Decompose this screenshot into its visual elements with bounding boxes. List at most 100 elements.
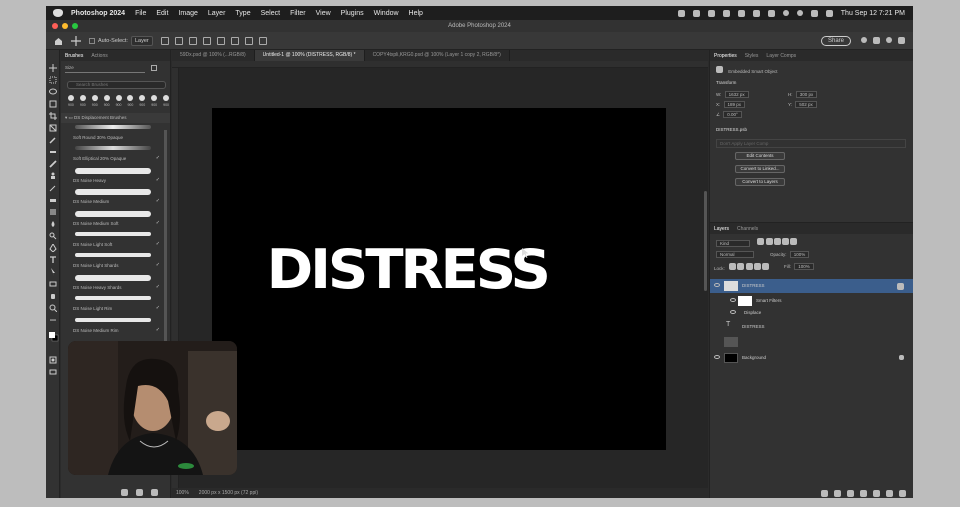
zoom-tool[interactable] [49, 304, 57, 312]
brush-tip[interactable]: 900 [115, 95, 123, 107]
brush-tip[interactable]: 900 [103, 95, 111, 107]
tray-icon-4[interactable] [722, 9, 730, 17]
lock-position-icon[interactable] [745, 263, 753, 270]
path-selection-tool[interactable] [49, 268, 57, 276]
brush-tool[interactable] [49, 160, 57, 168]
crop-tool[interactable] [49, 112, 57, 120]
list-item[interactable]: DS Noise Light Soft ✓ [61, 230, 170, 251]
minimize-window-button[interactable] [62, 23, 68, 29]
arrange-icon[interactable] [898, 37, 905, 44]
vertical-scrollbar[interactable] [704, 191, 707, 291]
more-tools-icon[interactable] [49, 316, 57, 323]
menubar-clock[interactable]: Thu Sep 12 7:21 PM [841, 10, 905, 17]
eyedropper-tool[interactable] [49, 136, 57, 144]
play-icon[interactable] [782, 10, 789, 16]
list-item[interactable]: DS Noise Light Shards ✓ [61, 251, 170, 272]
3d-mode-icon[interactable] [244, 36, 253, 45]
menu-layer[interactable]: Layer [208, 10, 226, 17]
new-group-icon[interactable] [873, 489, 880, 497]
convert-to-layers-button[interactable]: Convert to Layers [735, 178, 785, 186]
filter-adjustment-icon[interactable] [765, 238, 773, 245]
adjustment-layer-icon[interactable] [860, 489, 867, 497]
lock-all-icon[interactable] [762, 263, 770, 270]
brush-tip[interactable]: 900 [138, 95, 146, 107]
filter-type-icon[interactable] [773, 238, 781, 245]
zoom-window-button[interactable] [72, 23, 78, 29]
menu-image[interactable]: Image [178, 10, 197, 17]
list-item[interactable]: Soft Elliptical 20% Opaque ✓ [61, 144, 170, 165]
doc-tab-1[interactable]: 59Dx.psd @ 100% (...RGB/8) [172, 50, 255, 61]
canvas-workspace[interactable]: DISTRESS [179, 68, 708, 488]
help-icon[interactable] [886, 37, 892, 43]
brush-tip[interactable]: 900 [126, 95, 134, 107]
brush-tip[interactable]: 900 [91, 95, 99, 107]
eye-icon[interactable] [714, 355, 720, 359]
artboard-tool[interactable] [49, 76, 57, 84]
menu-file[interactable]: File [135, 10, 146, 17]
control-center-icon[interactable] [825, 9, 833, 17]
link-layers-icon[interactable] [821, 489, 828, 497]
tray-icon-6[interactable] [752, 9, 760, 17]
width-field[interactable]: 1632 px [724, 91, 749, 98]
brush-tip[interactable]: 900 [150, 95, 158, 107]
quick-mask-icon[interactable] [49, 356, 57, 364]
tab-layers[interactable]: Layers [714, 226, 729, 232]
add-mask-icon[interactable] [847, 489, 854, 497]
share-button[interactable]: Share [820, 35, 851, 46]
layer-row-smart-object[interactable] [710, 335, 913, 349]
gear-icon[interactable] [258, 36, 267, 45]
filter-shape-icon[interactable] [782, 238, 790, 245]
trash-icon[interactable] [899, 489, 906, 497]
color-swatches[interactable] [49, 332, 59, 342]
doc-tab-3[interactable]: COPY4txpli,KRG0.psd @ 100% (Layer 1 copy… [365, 50, 510, 61]
brush-search-input[interactable]: Search Brushes [67, 81, 166, 89]
distribute-icon[interactable] [216, 36, 225, 45]
auto-select-checkbox[interactable] [89, 37, 95, 44]
tray-icon-5[interactable] [737, 9, 745, 17]
tray-icon-7[interactable] [767, 9, 775, 17]
smart-filter-icon[interactable] [897, 283, 904, 290]
x-field[interactable]: 189 px [723, 101, 746, 108]
menu-help[interactable]: Help [409, 10, 423, 17]
align-right-icon[interactable] [202, 36, 211, 45]
close-window-button[interactable] [52, 23, 58, 29]
new-brush-icon[interactable] [136, 489, 143, 496]
new-group-icon[interactable] [121, 489, 128, 496]
lock-pixels-icon[interactable] [729, 263, 737, 270]
tray-icon-2[interactable] [692, 9, 700, 17]
brush-preview-icon[interactable] [151, 65, 157, 71]
brush-list-scrollbar[interactable] [164, 130, 167, 350]
align-center-icon[interactable] [188, 36, 197, 45]
object-selection-tool[interactable] [49, 100, 57, 108]
trash-icon[interactable] [151, 489, 158, 496]
brush-tip[interactable]: 900 [79, 95, 87, 107]
hand-tool[interactable] [49, 292, 57, 299]
tray-icon-3[interactable] [707, 9, 715, 17]
apple-icon[interactable] [53, 9, 63, 17]
lock-paint-icon[interactable] [737, 263, 745, 270]
blur-tool[interactable] [49, 220, 57, 227]
eye-icon[interactable] [714, 283, 720, 287]
layer-row-background[interactable]: Background [710, 351, 913, 365]
menu-window[interactable]: Window [374, 10, 399, 17]
list-item[interactable]: DS Noise Medium ✓ [61, 187, 170, 208]
lock-artboard-icon[interactable] [753, 263, 761, 270]
height-field[interactable]: 300 px [795, 91, 818, 98]
list-item[interactable]: DS Noise Heavy Shards ✓ [61, 273, 170, 294]
list-item[interactable]: Soft Round 30% Opaque [61, 123, 170, 144]
new-layer-icon[interactable] [886, 489, 893, 497]
list-item[interactable]: DS Noise Light Rim ✓ [61, 294, 170, 315]
tab-actions[interactable]: Actions [91, 53, 107, 59]
tab-channels[interactable]: Channels [737, 226, 758, 232]
brush-size-slider[interactable] [65, 72, 145, 73]
clone-stamp-tool[interactable] [49, 172, 57, 179]
align-left-icon[interactable] [174, 36, 183, 45]
tab-styles[interactable]: Styles [745, 53, 759, 59]
search-icon[interactable] [861, 37, 867, 43]
lock-icon[interactable] [899, 355, 904, 360]
menu-view[interactable]: View [316, 10, 331, 17]
opacity-field[interactable]: 100% [789, 251, 810, 258]
screen-mode-icon[interactable] [49, 368, 57, 375]
filter-smart-object-icon[interactable] [790, 238, 798, 245]
auto-select-dropdown[interactable]: Layer [130, 35, 153, 46]
